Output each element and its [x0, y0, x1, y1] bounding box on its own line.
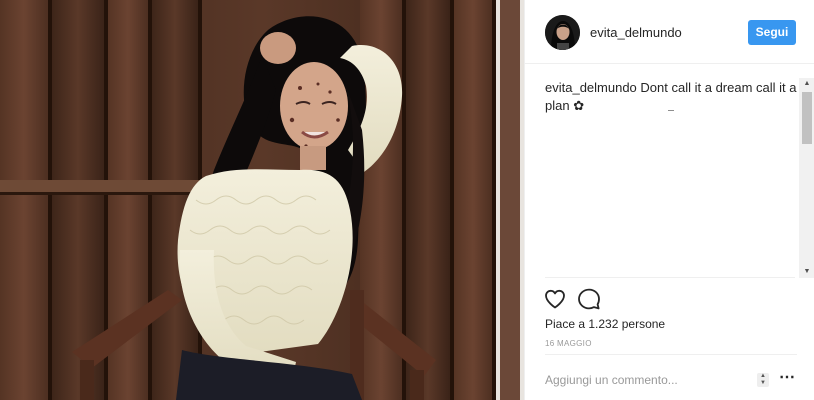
post-actions [543, 287, 623, 311]
comment-box: ▲▼ ⋯ [545, 354, 797, 400]
caption-username[interactable]: evita_delmundo [545, 80, 637, 95]
post-photo[interactable] [0, 0, 524, 400]
more-options-icon[interactable]: ⋯ [779, 370, 795, 386]
divider [545, 277, 795, 278]
comments-area: evita_delmundo Dont call it a dream call… [525, 70, 814, 278]
header-username[interactable]: evita_delmundo [590, 25, 682, 40]
follow-button[interactable]: Segui [748, 20, 796, 45]
comment-input[interactable] [545, 371, 745, 389]
comments-scrollbar[interactable]: ▲ ▼ [799, 78, 814, 278]
post-date: 16 MAGGIO [545, 339, 592, 348]
spinner-arrows-icon[interactable]: ▲ ▼ [757, 373, 769, 387]
scroll-down-arrow-icon[interactable]: ▼ [799, 266, 814, 278]
likes-count[interactable]: Piace a 1.232 persone [545, 317, 665, 331]
scroll-thumb[interactable] [802, 92, 812, 144]
loading-mark [668, 110, 674, 111]
scroll-up-arrow-icon[interactable]: ▲ [799, 78, 814, 90]
comment-icon[interactable] [577, 287, 601, 311]
post-sidebar: evita_delmundo Segui evita_delmundo Dont… [524, 0, 814, 400]
heart-icon[interactable] [543, 287, 567, 311]
avatar[interactable] [545, 15, 580, 50]
post-header: evita_delmundo Segui [525, 0, 814, 64]
